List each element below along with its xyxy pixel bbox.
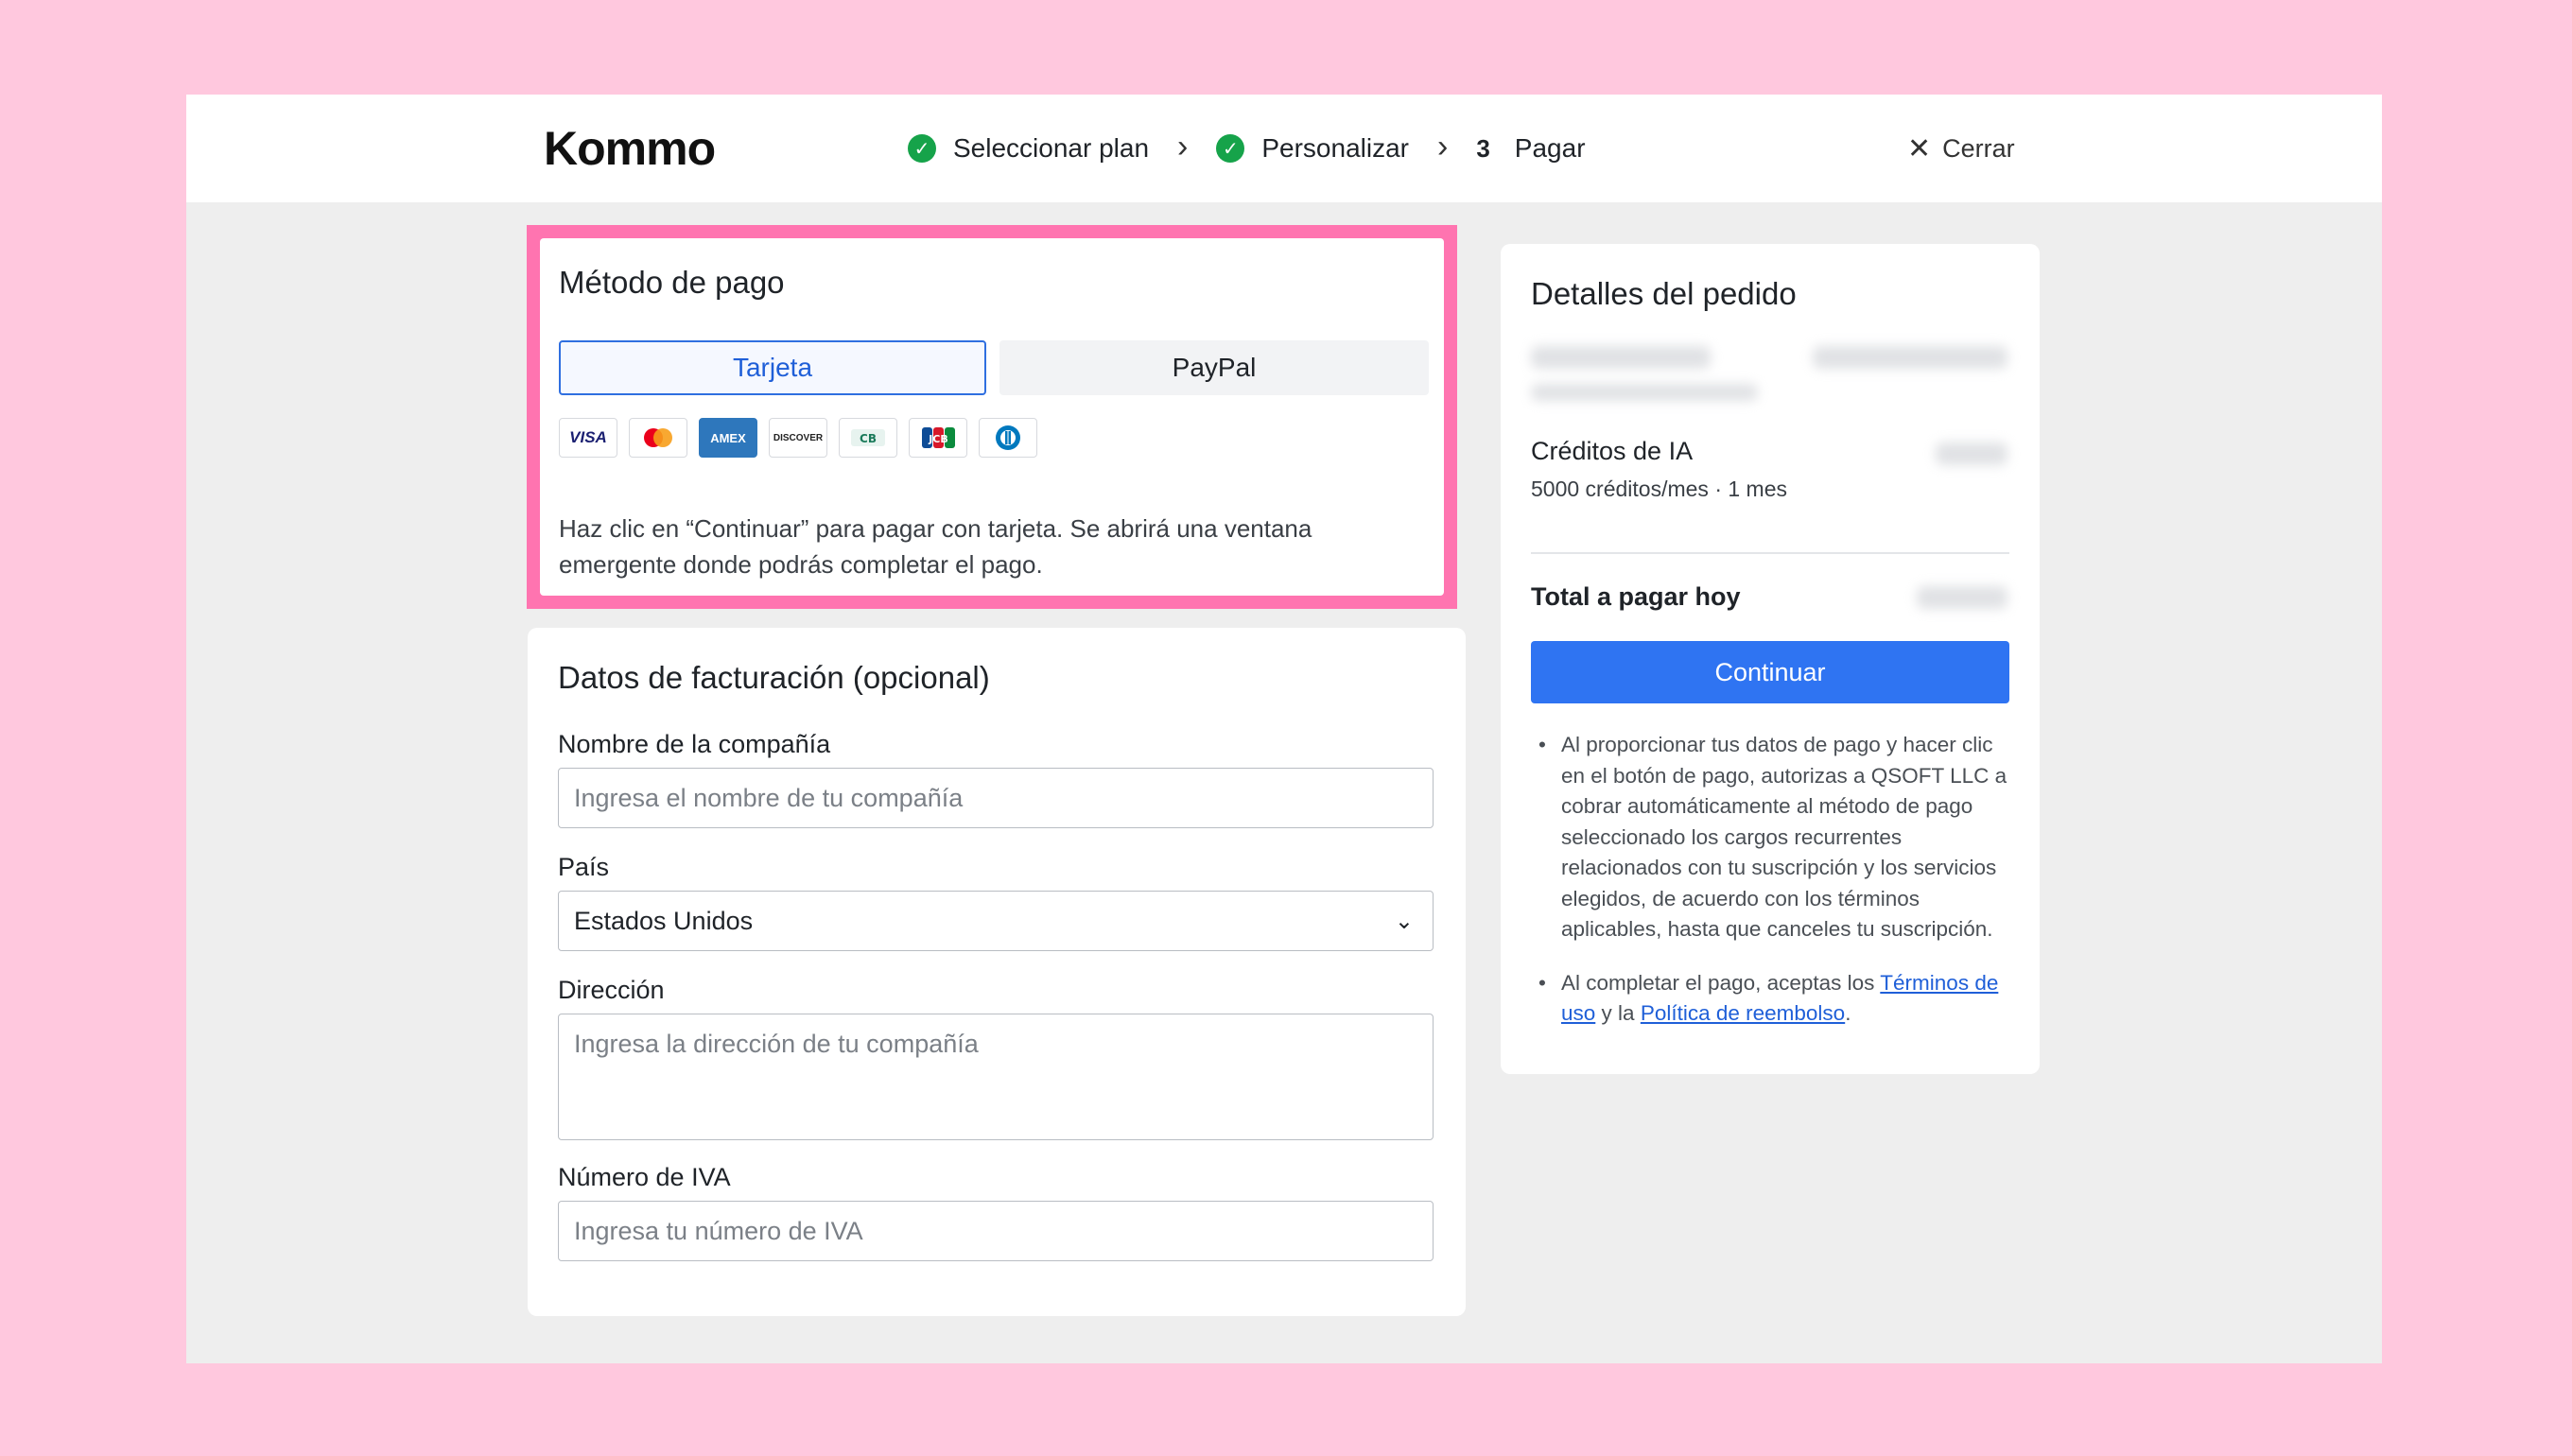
amex-icon: AMEX <box>699 418 757 458</box>
blurred-ai-price <box>1936 442 2007 465</box>
close-icon: ✕ <box>1907 132 1932 165</box>
payment-tabs: Tarjeta PayPal <box>559 340 1429 395</box>
order-details-card: Detalles del pedido Créditos de IA 5000 … <box>1501 244 2040 1074</box>
chevron-right-icon: › <box>1437 128 1449 165</box>
checkout-window: Kommo ✓ Seleccionar plan › ✓ Personaliza… <box>186 95 2382 1363</box>
country-select[interactable]: Estados Unidos ⌄ <box>558 891 1434 951</box>
ai-credits-title: Créditos de IA <box>1531 437 1694 465</box>
tab-card[interactable]: Tarjeta <box>559 340 986 395</box>
mastercard-icon <box>629 418 687 458</box>
top-bar: Kommo ✓ Seleccionar plan › ✓ Personaliza… <box>186 95 2382 202</box>
check-icon: ✓ <box>1216 134 1245 163</box>
card-brand-logos: VISA AMEX DISCOVER CB JCB <box>559 418 1037 458</box>
country-value: Estados Unidos <box>574 906 754 935</box>
chevron-down-icon: ⌄ <box>1394 909 1414 934</box>
company-input[interactable]: Ingresa el nombre de tu compañía <box>558 768 1434 828</box>
vat-input[interactable]: Ingresa tu número de IVA <box>558 1201 1434 1261</box>
jcb-icon: JCB <box>909 418 967 458</box>
tab-paypal[interactable]: PayPal <box>999 340 1429 395</box>
payment-method-title: Método de pago <box>559 265 785 300</box>
ai-credits-subtitle: 5000 créditos/mes · 1 mes <box>1531 477 1788 501</box>
checkout-steps: ✓ Seleccionar plan › ✓ Personalizar › 3 … <box>908 95 1586 202</box>
step-number: 3 <box>1476 133 1490 163</box>
visa-icon: VISA <box>559 418 617 458</box>
blurred-plan-detail <box>1531 384 1758 401</box>
blurred-plan-name <box>1531 346 1711 369</box>
svg-text:JCB: JCB <box>928 433 948 445</box>
continue-button[interactable]: Continuar <box>1531 641 2009 703</box>
divider <box>1531 552 2009 554</box>
country-label: País <box>558 853 610 881</box>
legal-note-authorization: • Al proporcionar tus datos de pago y ha… <box>1538 733 2007 941</box>
payment-method-card: Método de pago Tarjeta PayPal VISA AMEX … <box>540 238 1444 596</box>
order-title: Detalles del pedido <box>1531 276 1797 311</box>
vat-label: Número de IVA <box>558 1163 731 1191</box>
refund-policy-link[interactable]: Política de reembolso <box>1641 1001 1845 1025</box>
step-select-plan[interactable]: ✓ Seleccionar plan <box>908 133 1149 164</box>
check-icon: ✓ <box>908 134 936 163</box>
svg-text:CB: CB <box>860 432 877 445</box>
billing-title: Datos de facturación (opcional) <box>558 660 990 695</box>
legal-note-terms: • Al completar el pago, aceptas los Térm… <box>1538 970 1999 1026</box>
cartes-bancaires-icon: CB <box>839 418 897 458</box>
total-label: Total a pagar hoy <box>1531 582 1741 611</box>
step-label: Seleccionar plan <box>953 133 1150 163</box>
company-label: Nombre de la compañía <box>558 730 831 758</box>
diners-club-icon <box>979 418 1037 458</box>
discover-icon: DISCOVER <box>769 418 827 458</box>
billing-card: Datos de facturación (opcional) Nombre d… <box>528 628 1466 1316</box>
address-label: Dirección <box>558 976 665 1004</box>
step-pay: 3 Pagar <box>1476 133 1585 164</box>
close-button[interactable]: ✕ Cerrar <box>1907 95 2015 202</box>
blurred-total-amount <box>1917 586 2007 609</box>
address-textarea[interactable]: Ingresa la dirección de tu compañía <box>558 1014 1434 1140</box>
chevron-right-icon: › <box>1177 128 1189 165</box>
close-label: Cerrar <box>1942 133 2015 163</box>
legal-notes: • Al proporcionar tus datos de pago y ha… <box>1531 730 2013 1052</box>
payment-description: Haz clic en “Continuar” para pagar con t… <box>559 514 1312 579</box>
step-customize[interactable]: ✓ Personalizar <box>1216 133 1409 164</box>
step-label: Personalizar <box>1261 133 1409 163</box>
kommo-logo: Kommo <box>544 122 716 175</box>
blurred-plan-price <box>1813 346 2007 369</box>
step-label: Pagar <box>1514 133 1586 163</box>
